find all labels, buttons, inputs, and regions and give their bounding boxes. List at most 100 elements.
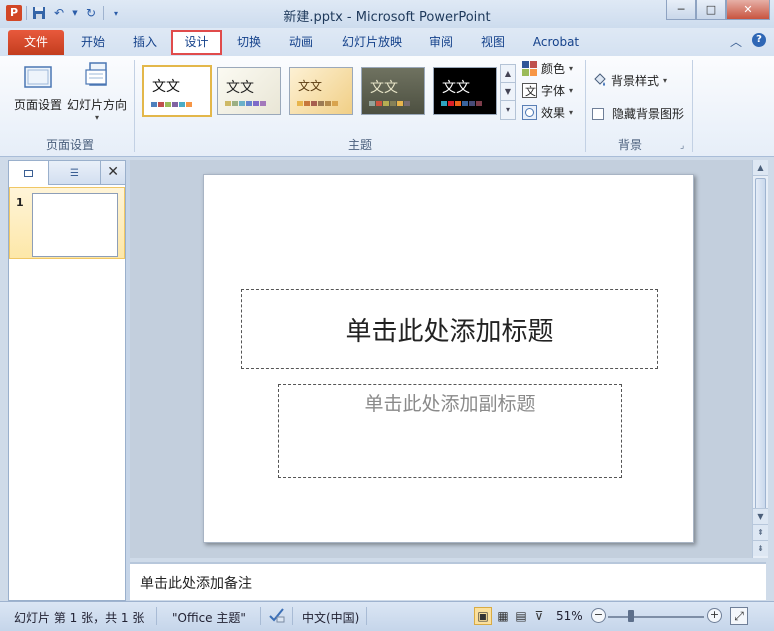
spell-check-icon[interactable] [268, 606, 286, 627]
theme-color-swatches [151, 102, 192, 107]
background-group-label: 背景 [617, 138, 642, 152]
group-divider [692, 60, 693, 152]
tab-home[interactable]: 开始 [70, 30, 116, 55]
close-button[interactable]: ✕ [726, 0, 770, 20]
gallery-more-icon[interactable]: ▾ [501, 101, 515, 119]
scroll-down-icon[interactable]: ▼ [753, 508, 768, 524]
theme-2[interactable]: 文文 [217, 67, 281, 115]
page-setup-label: 页面设置 [13, 98, 62, 112]
theme-color-swatches [441, 101, 482, 106]
theme-fonts-button[interactable]: 文 字体 ▾ [522, 82, 573, 99]
tab-review[interactable]: 审阅 [418, 30, 464, 55]
theme-color-swatches [297, 101, 338, 106]
status-divider [366, 607, 367, 625]
theme-colors-button[interactable]: 颜色 ▾ [522, 60, 573, 77]
chevron-down-icon: ▾ [663, 76, 668, 85]
status-divider [156, 607, 157, 625]
slide-orientation-button[interactable]: 幻灯片方向 ▾ [66, 60, 128, 122]
theme-effects-button[interactable]: 效果 ▾ [522, 104, 573, 121]
slide-orientation-label: 幻灯片方向 [66, 98, 127, 112]
theme-3[interactable]: 文文 [289, 67, 353, 115]
theme-sample-text: 文文 [226, 80, 254, 96]
theme-office[interactable]: 文文 [142, 65, 212, 117]
theme-sample-text: 文文 [152, 79, 180, 95]
slide-orientation-icon [81, 60, 113, 92]
page-setup-icon [22, 60, 54, 92]
page-setup-button[interactable]: 页面设置 [10, 60, 66, 113]
background-styles-button[interactable]: 背景样式 ▾ [592, 72, 667, 89]
theme-color-swatches [369, 101, 410, 106]
gallery-up-icon[interactable]: ▲ [501, 65, 515, 83]
zoom-out-icon[interactable]: − [591, 608, 606, 623]
tab-view[interactable]: 视图 [470, 30, 516, 55]
tab-slides[interactable] [9, 161, 49, 185]
notes-placeholder: 单击此处添加备注 [140, 576, 252, 592]
group-divider [134, 60, 135, 152]
font-icon: 文 [522, 83, 537, 98]
zoom-in-icon[interactable]: + [707, 608, 722, 623]
minimize-ribbon-icon[interactable]: ︿ [730, 33, 742, 50]
scroll-up-icon[interactable]: ▲ [753, 160, 768, 176]
slide-thumbnail-row[interactable]: 1 [9, 187, 125, 259]
dialog-launcher-icon[interactable]: ⌟ [680, 141, 684, 151]
slide-show-view-icon[interactable]: ⊽ [530, 607, 548, 625]
effects-icon [522, 105, 537, 120]
slides-panel: ☰ ✕ 1 [8, 160, 126, 601]
fit-to-window-icon[interactable]: ⤢ [730, 607, 748, 625]
group-divider [585, 60, 586, 152]
theme-5[interactable]: 文文 [433, 67, 497, 115]
zoom-level[interactable]: 51% [556, 609, 583, 623]
hide-background-graphics-option[interactable]: 隐藏背景图形 [592, 105, 684, 122]
tab-file[interactable]: 文件 [8, 30, 64, 55]
slide-canvas[interactable]: 单击此处添加标题 单击此处添加副标题 [203, 174, 694, 543]
background-styles-label: 背景样式 [611, 74, 660, 88]
maximize-button[interactable]: □ [696, 0, 726, 20]
ribbon-help-area: ︿ ? [730, 33, 766, 50]
gallery-down-icon[interactable]: ▼ [501, 83, 515, 101]
theme-name-status[interactable]: "Office 主题" [172, 609, 246, 626]
window-title: 新建.pptx - Microsoft PowerPoint [283, 10, 491, 25]
tab-transitions[interactable]: 切换 [226, 30, 272, 55]
title-placeholder[interactable]: 单击此处添加标题 [241, 289, 658, 369]
language-status[interactable]: 中文(中国) [302, 609, 359, 626]
slide-sorter-view-icon[interactable]: ▦ [494, 607, 512, 625]
subtitle-placeholder[interactable]: 单击此处添加副标题 [278, 384, 622, 478]
slides-tab-icon [24, 169, 33, 177]
theme-colors-label: 颜色 [541, 62, 566, 76]
tab-slide-show[interactable]: 幻灯片放映 [334, 30, 410, 55]
chevron-down-icon: ▾ [94, 113, 99, 122]
tab-animations[interactable]: 动画 [278, 30, 324, 55]
tab-outline[interactable]: ☰ [49, 161, 101, 185]
outline-tab-icon: ☰ [70, 167, 79, 179]
chevron-down-icon: ▾ [569, 86, 574, 95]
reading-view-icon[interactable]: ▤ [512, 607, 530, 625]
theme-sample-text: 文文 [370, 80, 398, 96]
page-setup-group-label: 页面设置 [45, 138, 94, 152]
svg-text:文: 文 [525, 84, 536, 98]
notes-pane[interactable]: 单击此处添加备注 [130, 562, 766, 600]
theme-fonts-label: 字体 [541, 84, 566, 98]
slide-editing-area: 单击此处添加标题 单击此处添加副标题 [130, 160, 766, 558]
previous-slide-icon[interactable]: ⇞ [753, 524, 768, 540]
scrollbar-thumb[interactable] [755, 178, 766, 518]
theme-4[interactable]: 文文 [361, 67, 425, 115]
close-icon[interactable]: ✕ [107, 164, 119, 180]
tab-insert[interactable]: 插入 [122, 30, 168, 55]
slide-thumbnail[interactable] [32, 193, 118, 257]
status-divider [260, 607, 261, 625]
hide-background-label: 隐藏背景图形 [612, 107, 685, 121]
zoom-slider[interactable] [608, 616, 704, 618]
help-icon[interactable]: ? [752, 33, 766, 47]
theme-sample-text: 文文 [442, 80, 470, 96]
minimize-button[interactable]: ─ [666, 0, 696, 20]
vertical-scrollbar[interactable]: ▲ ▼ ⇞ ⇟ [752, 160, 768, 558]
zoom-slider-handle[interactable] [628, 610, 634, 622]
normal-view-icon[interactable]: ▣ [474, 607, 492, 625]
themes-group-label: 主题 [347, 138, 372, 152]
hide-background-checkbox[interactable] [592, 107, 604, 120]
theme-color-swatches [225, 101, 266, 106]
next-slide-icon[interactable]: ⇟ [753, 540, 768, 556]
tab-acrobat[interactable]: Acrobat [526, 30, 586, 55]
tab-design[interactable]: 设计 [171, 30, 222, 55]
chevron-down-icon: ▾ [569, 64, 574, 73]
